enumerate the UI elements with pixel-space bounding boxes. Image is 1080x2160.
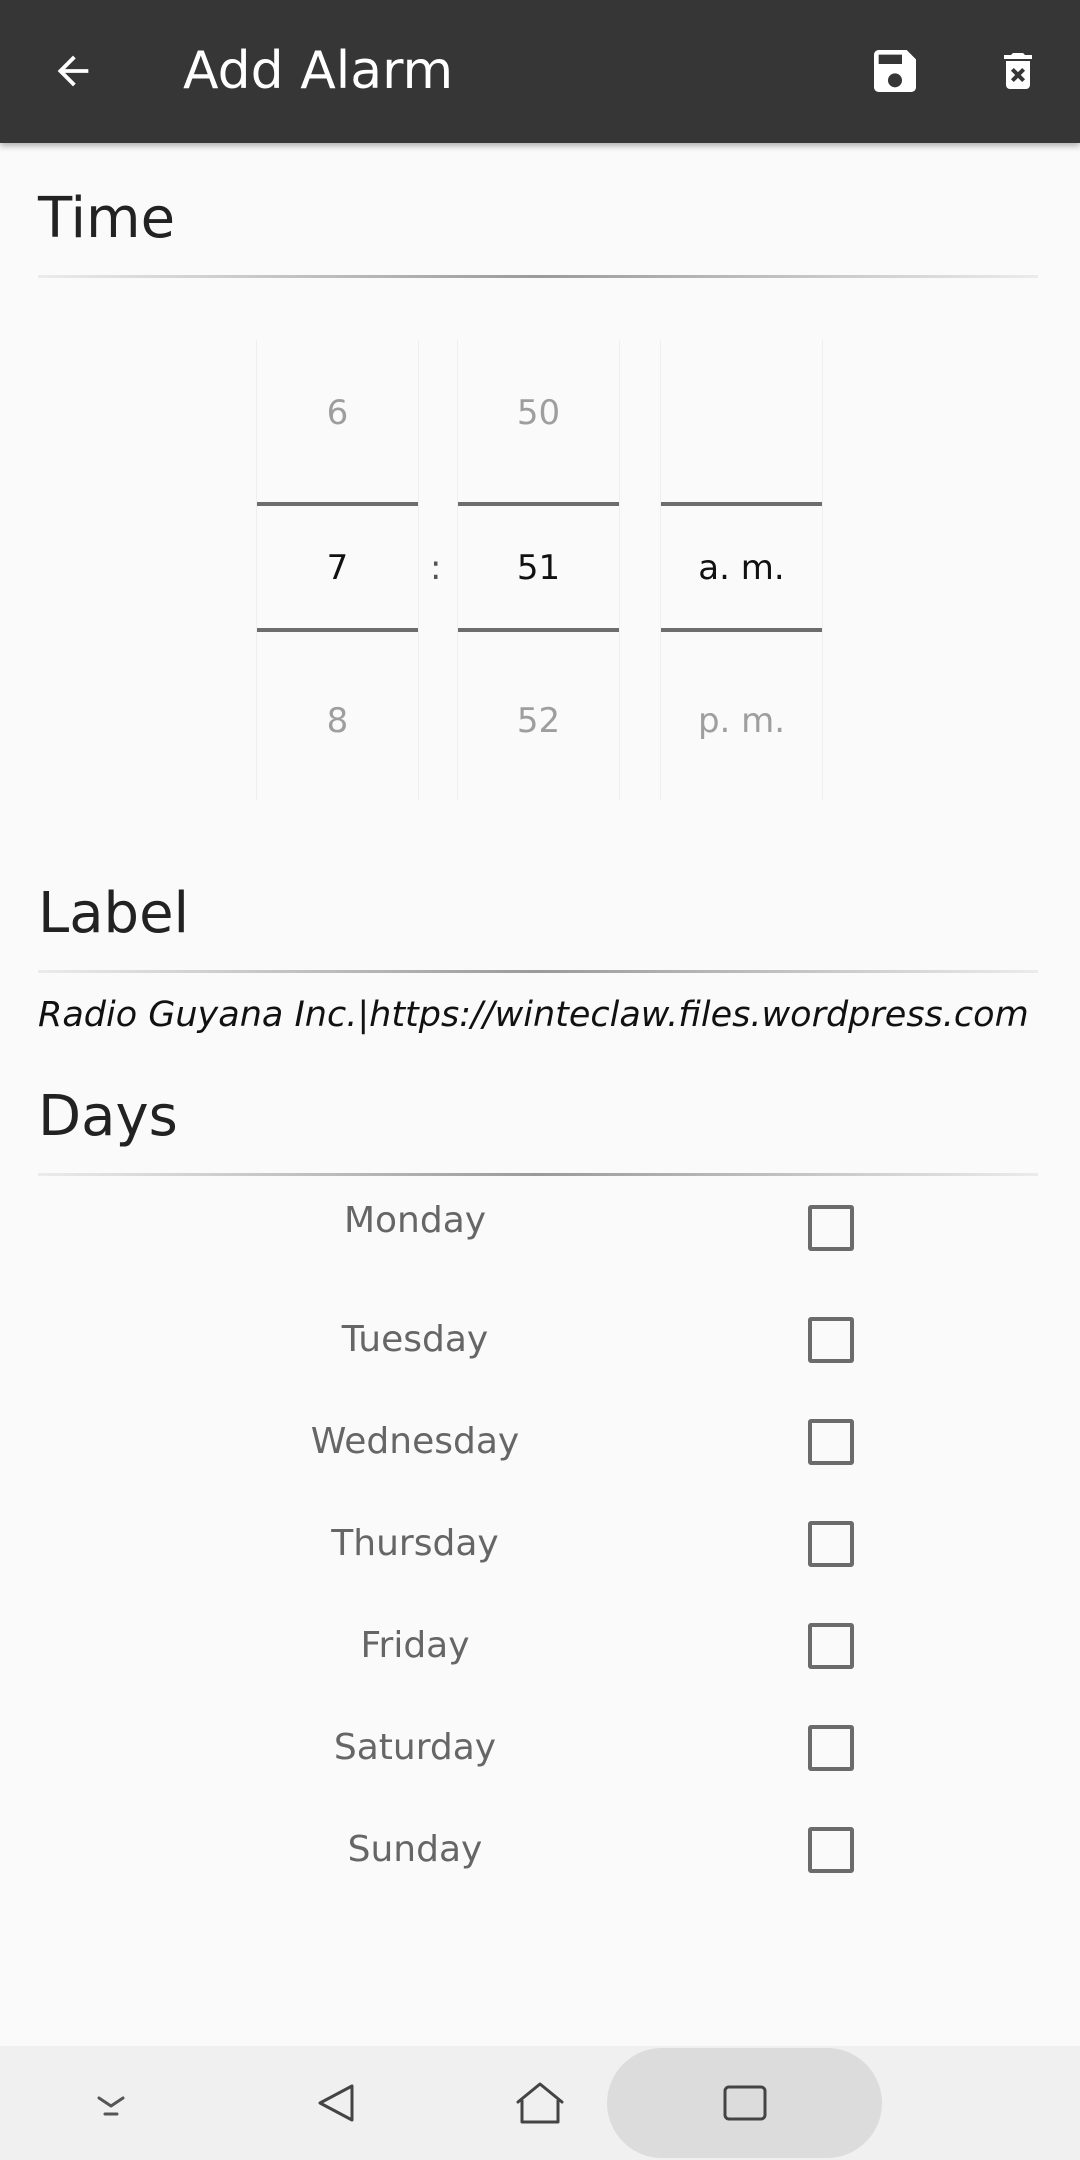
day-checkbox-sunday[interactable] — [808, 1827, 854, 1873]
recents-icon — [723, 2085, 766, 2121]
day-label: Saturday — [333, 1727, 497, 1768]
app-bar: Add Alarm — [0, 0, 1080, 143]
days-section-title: Days — [38, 1084, 178, 1149]
ampm-selected[interactable]: a. m. — [661, 548, 822, 588]
minute-prev[interactable]: 50 — [458, 393, 619, 433]
minute-picker[interactable]: 50 51 52 — [457, 340, 620, 800]
hour-selected[interactable]: 7 — [257, 548, 418, 588]
save-button[interactable] — [860, 36, 930, 106]
back-nav-button[interactable] — [267, 2046, 407, 2160]
alarm-label-field[interactable]: Radio Guyana Inc.|https://winteclaw.file… — [38, 995, 1043, 1035]
day-checkbox-saturday[interactable] — [808, 1725, 854, 1771]
time-section-title: Time — [38, 186, 176, 251]
arrow-back-icon — [57, 55, 89, 87]
day-checkbox-thursday[interactable] — [808, 1521, 854, 1567]
day-label: Tuesday — [341, 1319, 489, 1360]
home-icon — [516, 2082, 564, 2124]
page-title: Add Alarm — [183, 41, 454, 101]
day-label: Monday — [343, 1200, 487, 1241]
day-checkbox-friday[interactable] — [808, 1623, 854, 1669]
day-label: Thursday — [331, 1523, 499, 1564]
day-checkbox-tuesday[interactable] — [808, 1317, 854, 1363]
day-label: Wednesday — [310, 1421, 520, 1462]
back-triangle-icon — [318, 2084, 354, 2122]
delete-button[interactable] — [983, 36, 1053, 106]
recents-nav-button[interactable] — [607, 2048, 882, 2158]
minute-selection-line-top — [458, 502, 619, 506]
save-icon — [874, 50, 916, 92]
hour-picker[interactable]: 6 7 8 — [256, 340, 419, 800]
home-nav-button[interactable] — [470, 2046, 610, 2160]
hour-prev[interactable]: 6 — [257, 393, 418, 433]
ampm-selection-line-bottom — [661, 628, 822, 632]
label-section-title: Label — [38, 881, 190, 946]
ampm-selection-line-top — [661, 502, 822, 506]
time-divider — [38, 275, 1038, 278]
delete-icon — [1004, 53, 1032, 89]
day-checkbox-wednesday[interactable] — [808, 1419, 854, 1465]
hour-selection-line-bottom — [257, 628, 418, 632]
day-checkbox-monday[interactable] — [808, 1205, 854, 1251]
minute-selected[interactable]: 51 — [458, 548, 619, 588]
ampm-next[interactable]: p. m. — [661, 701, 822, 741]
hour-next[interactable]: 8 — [257, 701, 418, 741]
minute-selection-line-bottom — [458, 628, 619, 632]
minute-next[interactable]: 52 — [458, 701, 619, 741]
days-divider — [38, 1173, 1038, 1176]
label-divider — [38, 970, 1038, 973]
ampm-picker[interactable]: a. m. p. m. — [660, 340, 823, 800]
time-separator: : — [430, 548, 442, 588]
keyboard-hide-icon — [97, 2096, 125, 2116]
day-label: Friday — [360, 1625, 470, 1666]
day-label: Sunday — [347, 1829, 483, 1870]
hour-selection-line-top — [257, 502, 418, 506]
system-nav-bar — [0, 2046, 1080, 2160]
keyboard-hide-button[interactable] — [41, 2046, 181, 2160]
back-button[interactable] — [38, 36, 108, 106]
